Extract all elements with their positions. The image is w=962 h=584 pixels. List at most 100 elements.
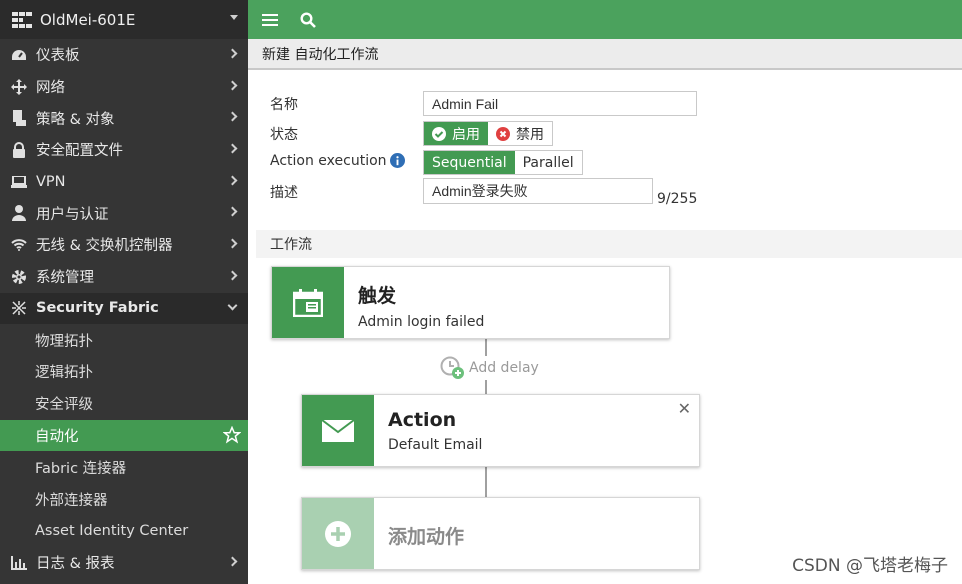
- top-bar: [248, 0, 962, 39]
- star-icon[interactable]: [223, 425, 241, 444]
- nav-label: 网络: [36, 80, 65, 97]
- device-name: OldMei-601E: [40, 10, 136, 29]
- calendar-icon: [293, 288, 323, 317]
- trigger-card[interactable]: 触发 Admin login failed: [271, 266, 670, 339]
- nav-label: 无线 & 交换机控制器: [36, 238, 173, 255]
- clock-plus-icon: [440, 356, 464, 379]
- sub-item-logical-topology[interactable]: 逻辑拓扑: [0, 355, 248, 388]
- description-label: 描述: [270, 185, 298, 201]
- add-action-card[interactable]: 添加动作: [301, 497, 700, 570]
- action-heading: Action: [388, 409, 457, 431]
- dashboard-icon: [10, 47, 28, 63]
- sub-label: 逻辑拓扑: [35, 365, 93, 382]
- user-icon: [10, 205, 28, 222]
- menu-icon[interactable]: [260, 10, 280, 30]
- sub-label: 物理拓扑: [35, 333, 93, 350]
- nav-item-policy[interactable]: 策略 & 对象: [0, 102, 248, 134]
- chevron-right-icon: [227, 175, 238, 186]
- nav-label: 策略 & 对象: [36, 111, 115, 128]
- nav-item-system[interactable]: 系统管理: [0, 261, 248, 293]
- status-enable-button[interactable]: 启用: [424, 122, 488, 145]
- sub-label: Asset Identity Center: [35, 522, 189, 539]
- status-disable-label: 禁用: [516, 126, 544, 143]
- description-textarea[interactable]: Admin登录失败: [423, 178, 653, 204]
- sub-item-asset-identity-center[interactable]: Asset Identity Center: [0, 514, 248, 547]
- description-counter: 9/255: [657, 191, 698, 207]
- chevron-right-icon: [227, 556, 238, 567]
- trigger-icon-panel: [272, 267, 344, 338]
- chevron-right-icon: [227, 80, 238, 91]
- laptop-icon: [10, 174, 28, 190]
- nav-item-security-fabric[interactable]: Security Fabric: [0, 292, 248, 325]
- trigger-heading: 触发: [358, 285, 397, 307]
- chevron-right-icon: [227, 206, 238, 217]
- add-delay-label: Add delay: [469, 360, 539, 376]
- check-circle-icon: [432, 126, 446, 141]
- nav-label: 系统管理: [36, 270, 94, 287]
- arrows-move-icon: [10, 78, 28, 95]
- sub-item-security-rating[interactable]: 安全评级: [0, 387, 248, 420]
- plus-circle-icon: [325, 520, 351, 547]
- nav-label: 日志 & 报表: [36, 556, 115, 573]
- search-icon[interactable]: [298, 10, 318, 30]
- trigger-subtitle: Admin login failed: [358, 314, 485, 330]
- chevron-down-icon: [227, 300, 238, 310]
- form-content: 名称 状态 启用 禁用 Action execution Sequential …: [256, 82, 962, 584]
- sequential-button[interactable]: Sequential: [424, 151, 515, 174]
- gear-icon: [10, 269, 28, 285]
- action-execution-label: Action execution: [270, 153, 387, 169]
- nav-label: 用户与认证: [36, 206, 109, 223]
- nav-item-wifi-switch[interactable]: 无线 & 交换机控制器: [0, 229, 248, 261]
- action-card[interactable]: Action Default Email ✕: [301, 394, 700, 467]
- action-execution-toggle: Sequential Parallel: [423, 150, 583, 175]
- sub-item-physical-topology[interactable]: 物理拓扑: [0, 324, 248, 356]
- sub-label: 安全评级: [35, 397, 93, 414]
- nav-item-network[interactable]: 网络: [0, 71, 248, 103]
- sub-item-automation[interactable]: 自动化: [0, 419, 248, 452]
- workflow-connector: [485, 378, 487, 394]
- workflow-section-title: 工作流: [256, 230, 962, 258]
- nav-label: 安全配置文件: [36, 143, 123, 160]
- status-disable-button[interactable]: 禁用: [488, 122, 552, 145]
- brand-header[interactable]: OldMei-601E: [0, 0, 248, 39]
- lock-icon: [10, 141, 28, 158]
- watermark: CSDN @飞塔老梅子: [792, 556, 948, 576]
- nav-label: VPN: [36, 173, 66, 190]
- name-label: 名称: [270, 97, 298, 113]
- fortigate-logo-icon: [12, 11, 32, 28]
- parallel-button[interactable]: Parallel: [515, 151, 582, 174]
- add-action-icon-panel: [302, 498, 374, 569]
- name-input[interactable]: [423, 91, 697, 116]
- sidebar: OldMei-601E 仪表板 网络 策略 & 对象 安全配置文件 VPN 用户…: [0, 0, 248, 584]
- info-icon[interactable]: [390, 153, 405, 168]
- chevron-right-icon: [227, 270, 238, 281]
- nav-item-vpn[interactable]: VPN: [0, 166, 248, 198]
- add-action-label: 添加动作: [388, 526, 465, 548]
- sub-label: Fabric 连接器: [35, 460, 127, 477]
- wifi-icon: [10, 237, 28, 253]
- add-delay-button[interactable]: Add delay: [440, 356, 543, 380]
- workflow-connector: [485, 467, 487, 497]
- x-circle-icon: [496, 126, 510, 141]
- status-toggle: 启用 禁用: [423, 121, 553, 146]
- status-label: 状态: [270, 127, 298, 143]
- nav-label: Security Fabric: [36, 300, 159, 317]
- nav-item-users[interactable]: 用户与认证: [0, 197, 248, 229]
- fabric-icon: [10, 300, 28, 316]
- chevron-right-icon: [227, 143, 238, 154]
- sub-item-external-connectors[interactable]: 外部连接器: [0, 483, 248, 515]
- sub-label: 自动化: [35, 428, 79, 445]
- nav-item-dashboard[interactable]: 仪表板: [0, 39, 248, 71]
- nav-item-security-profiles[interactable]: 安全配置文件: [0, 134, 248, 166]
- chevron-down-icon[interactable]: [230, 15, 238, 20]
- nav-item-log-report[interactable]: 日志 & 报表: [0, 547, 248, 579]
- nav-label: 仪表板: [36, 48, 80, 65]
- close-icon[interactable]: ✕: [678, 399, 691, 418]
- policy-icon: [10, 110, 28, 127]
- status-enable-label: 启用: [452, 126, 480, 143]
- chart-icon: [10, 555, 28, 571]
- action-icon-panel: [302, 395, 374, 466]
- sub-item-fabric-connectors[interactable]: Fabric 连接器: [0, 451, 248, 484]
- chevron-right-icon: [227, 48, 238, 59]
- chevron-right-icon: [227, 238, 238, 249]
